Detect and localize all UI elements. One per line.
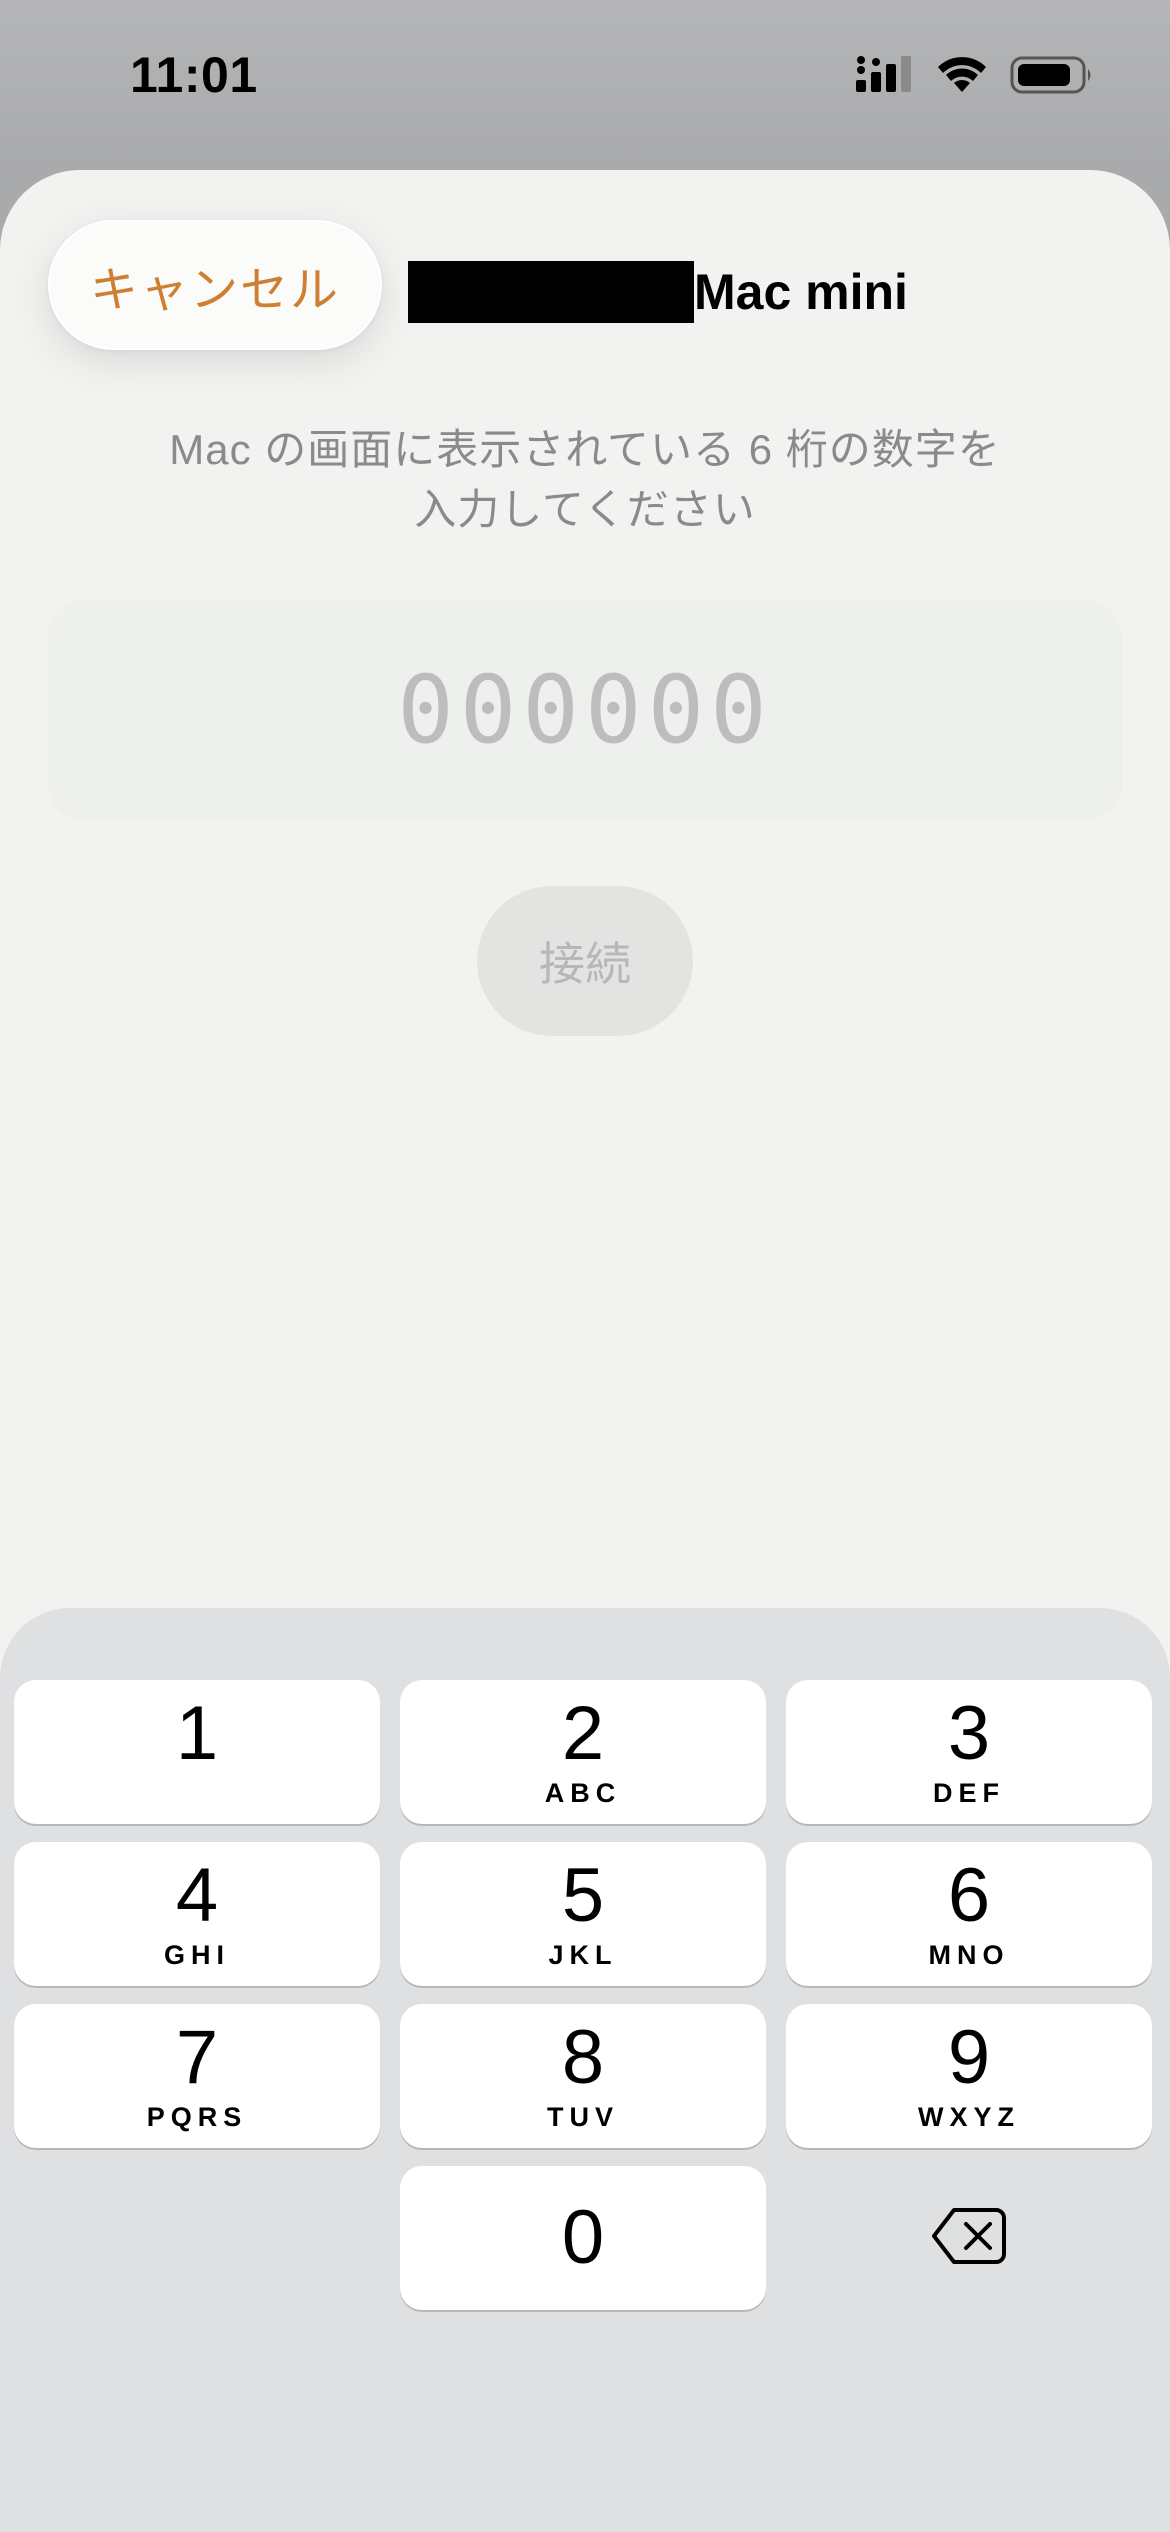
key-digit: 5	[561, 1853, 605, 1938]
key-digit: 7	[175, 2015, 219, 2100]
status-bar: 11:01	[0, 0, 1170, 160]
key-1[interactable]: 1	[14, 1680, 380, 1824]
key-digit: 3	[947, 1691, 991, 1776]
cellular-signal-icon	[856, 56, 914, 99]
screen: 11:01 キャンセル Mac mini Mac の画面に表示されている 6 桁…	[0, 0, 1170, 2532]
key-letters: GHI	[163, 1940, 230, 1970]
sheet-title: Mac mini	[408, 260, 908, 324]
code-input[interactable]	[283, 654, 887, 766]
key-digit: 1	[175, 1691, 219, 1776]
key-digit: 9	[947, 2015, 991, 2100]
delete-backspace-icon	[932, 2206, 1006, 2271]
code-field[interactable]	[48, 600, 1122, 820]
redacted-device-owner	[408, 261, 694, 323]
status-time: 11:01	[130, 47, 258, 103]
key-letters: ABC	[544, 1778, 622, 1808]
cancel-button[interactable]: キャンセル	[48, 220, 382, 350]
key-0[interactable]: 0	[400, 2166, 766, 2310]
key-letters: MNO	[928, 1940, 1010, 1970]
device-name: Mac mini	[694, 264, 908, 320]
key-5[interactable]: 5 JKL	[400, 1842, 766, 1986]
battery-icon	[1010, 56, 1094, 99]
key-letters: JKL	[548, 1940, 618, 1970]
key-digit: 0	[561, 2195, 605, 2280]
key-letters: TUV	[547, 2102, 619, 2132]
key-9[interactable]: 9 WXYZ	[786, 2004, 1152, 2148]
connect-button[interactable]: 接続	[477, 886, 693, 1036]
key-4[interactable]: 4 GHI	[14, 1842, 380, 1986]
numeric-keypad: 1 2 ABC 3 DEF 4 GHI 5 JKL 6 MNO 7 PQRS 8	[0, 1608, 1170, 2532]
key-6[interactable]: 6 MNO	[786, 1842, 1152, 1986]
instruction-line-1: Mac の画面に表示されている 6 桁の数字を	[169, 426, 1001, 473]
key-letters: WXYZ	[918, 2102, 1020, 2132]
wifi-icon	[936, 56, 988, 99]
delete-key[interactable]	[786, 2166, 1152, 2310]
key-letters: DEF	[933, 1778, 1005, 1808]
instruction-line-2: 入力してください	[414, 486, 756, 533]
key-2[interactable]: 2 ABC	[400, 1680, 766, 1824]
key-3[interactable]: 3 DEF	[786, 1680, 1152, 1824]
key-8[interactable]: 8 TUV	[400, 2004, 766, 2148]
key-digit: 2	[561, 1691, 605, 1776]
key-letters: PQRS	[146, 2102, 248, 2132]
key-digit: 4	[175, 1853, 219, 1938]
status-icons	[856, 56, 1094, 99]
instruction-text: Mac の画面に表示されている 6 桁の数字を 入力してください	[100, 420, 1070, 540]
key-digit: 6	[947, 1853, 991, 1938]
key-7[interactable]: 7 PQRS	[14, 2004, 380, 2148]
key-digit: 8	[561, 2015, 605, 2100]
